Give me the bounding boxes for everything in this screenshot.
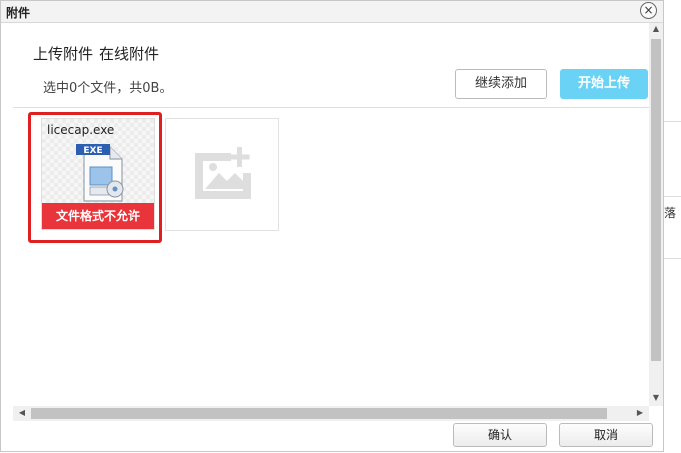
add-more-button[interactable]: 继续添加 [455,69,547,99]
dialog-titlebar: 附件 × [1,1,663,23]
toolbar-divider [13,107,649,108]
scroll-right-icon[interactable]: ▶ [633,408,647,417]
cancel-button[interactable]: 取消 [559,423,653,447]
scroll-left-icon[interactable]: ◀ [15,408,29,417]
highlight-box [28,112,162,243]
tab-upload-attachment[interactable]: 上传附件 [33,45,93,63]
dialog-footer: 确认 取消 [1,421,663,453]
horizontal-scrollbar[interactable]: ◀ ▶ [13,406,649,421]
vertical-scrollbar[interactable]: ▲ ▼ [649,23,663,406]
vertical-scroll-thumb[interactable] [651,39,661,361]
close-button[interactable]: × [640,2,657,19]
confirm-button[interactable]: 确认 [453,423,547,447]
dialog-title: 附件 [6,6,31,20]
tab-online-attachment[interactable]: 在线附件 [99,45,159,63]
selection-status: 选中0个文件，共0B。 [43,81,173,96]
attachment-dialog: 附件 × 上传附件 在线附件 选中0个文件，共0B。 继续添加 开始上传 lice… [0,0,664,452]
horizontal-scroll-thumb[interactable] [31,408,607,419]
tab-bar: 上传附件 在线附件 [33,43,165,64]
add-file-tile[interactable] [165,118,279,231]
background-text-fragment: 落 [664,206,677,220]
dialog-content: 上传附件 在线附件 选中0个文件，共0B。 继续添加 开始上传 licecap.e… [13,23,649,406]
start-upload-button[interactable]: 开始上传 [560,69,648,99]
scroll-up-icon[interactable]: ▲ [649,24,663,33]
scroll-down-icon[interactable]: ▼ [649,393,663,402]
close-icon: × [643,3,654,17]
add-image-icon [195,147,251,199]
